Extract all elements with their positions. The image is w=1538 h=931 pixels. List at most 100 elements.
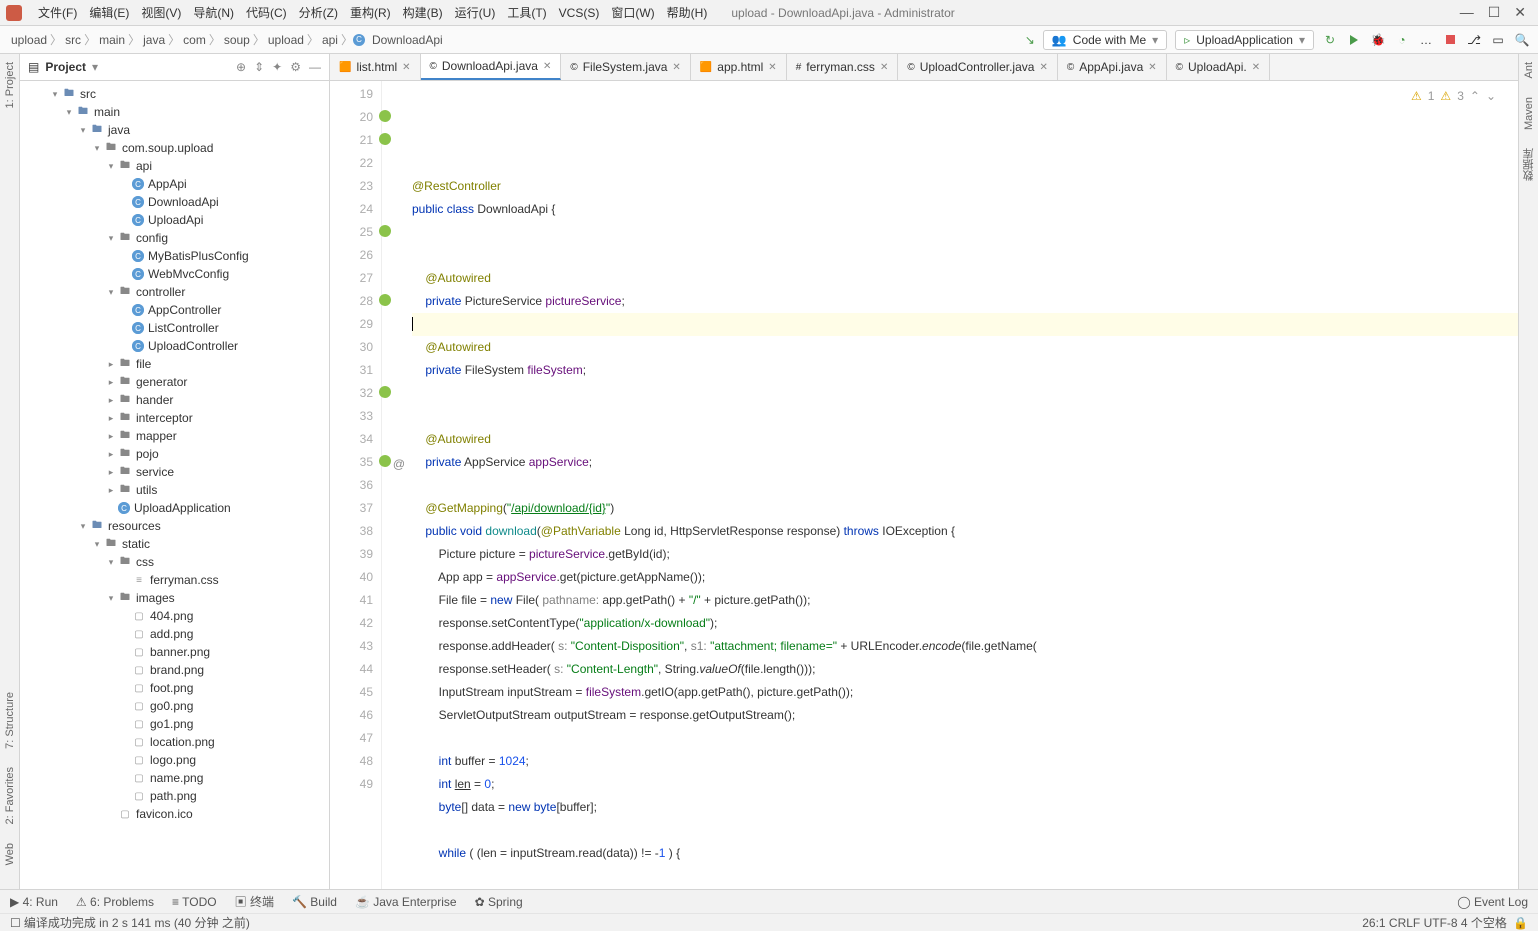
tree-node[interactable]: ≡ferryman.css (20, 571, 329, 589)
breadcrumb-item[interactable]: DownloadApi (369, 33, 446, 47)
tree-node[interactable]: ▾🖿src (20, 85, 329, 103)
tool-spring[interactable]: ✿ Spring (475, 895, 523, 909)
hide-icon[interactable]: — (309, 60, 321, 74)
tool-java-ee[interactable]: ☕ Java Enterprise (355, 895, 457, 909)
tool-build[interactable]: 🔨 Build (292, 895, 337, 909)
menu-构建(B)[interactable]: 构建(B) (397, 6, 449, 20)
editor-tab[interactable]: ©FileSystem.java✕ (561, 54, 690, 80)
tree-node[interactable]: CListController (20, 319, 329, 337)
settings-icon[interactable]: ⚙ (290, 60, 301, 74)
tree-node[interactable]: CDownloadApi (20, 193, 329, 211)
tree-node[interactable]: CWebMvcConfig (20, 265, 329, 283)
tree-node[interactable]: ▾🖿config (20, 229, 329, 247)
menu-文件(F)[interactable]: 文件(F) (32, 6, 83, 20)
tree-node[interactable]: ▢add.png (20, 625, 329, 643)
tree-node[interactable]: ▢name.png (20, 769, 329, 787)
tree-node[interactable]: ▸🖿service (20, 463, 329, 481)
hammer-icon[interactable]: ↘ (1025, 33, 1035, 47)
tool-terminal[interactable]: ▣ 终端 (235, 893, 274, 910)
tool-todo[interactable]: ≡ TODO (172, 895, 217, 909)
rerun-icon[interactable]: ↻ (1322, 32, 1338, 48)
profile-icon[interactable]: … (1418, 32, 1434, 48)
tree-node[interactable]: CUploadApplication (20, 499, 329, 517)
tree-node[interactable]: ▾🖿static (20, 535, 329, 553)
tree-node[interactable]: ▾🖿css (20, 553, 329, 571)
select-opened-icon[interactable]: ⊕ (236, 60, 246, 74)
breadcrumb-item[interactable]: api (319, 33, 341, 47)
close-icon[interactable]: ✕ (1514, 4, 1526, 21)
editor-tab[interactable]: 🟧app.html✕ (691, 54, 787, 80)
tree-node[interactable]: ▾🖿resources (20, 517, 329, 535)
tree-node[interactable]: CAppApi (20, 175, 329, 193)
breadcrumb-item[interactable]: upload (8, 33, 50, 47)
menu-编辑(E)[interactable]: 编辑(E) (83, 6, 135, 20)
rail-web[interactable]: Web (4, 843, 16, 865)
event-log[interactable]: ◯ Event Log (1457, 895, 1528, 909)
menu-重构(R)[interactable]: 重构(R) (344, 6, 397, 20)
lock-icon[interactable]: 🔒 (1513, 916, 1528, 930)
expand-icon[interactable]: ⇕ (254, 60, 264, 74)
maximize-icon[interactable]: ☐ (1488, 4, 1501, 21)
tree-node[interactable]: ▢banner.png (20, 643, 329, 661)
collapse-icon[interactable]: ✦ (272, 60, 282, 74)
tree-node[interactable]: ▢favicon.ico (20, 805, 329, 823)
tree-node[interactable]: ▸🖿file (20, 355, 329, 373)
menu-帮助(H)[interactable]: 帮助(H) (661, 6, 714, 20)
tree-node[interactable]: ▢brand.png (20, 661, 329, 679)
rail-favorites[interactable]: 2: Favorites (4, 767, 16, 824)
breadcrumb-item[interactable]: src (62, 33, 84, 47)
tree-node[interactable]: ▢404.png (20, 607, 329, 625)
debug-icon[interactable]: 🐞 (1370, 32, 1386, 48)
tree-node[interactable]: ▸🖿hander (20, 391, 329, 409)
tree-node[interactable]: ▢go1.png (20, 715, 329, 733)
breadcrumb-item[interactable]: soup (221, 33, 253, 47)
menu-工具(T)[interactable]: 工具(T) (501, 6, 552, 20)
tree-node[interactable]: ▸🖿pojo (20, 445, 329, 463)
inspection-widget[interactable]: ⚠1 ⚠3 ⌃⌄ (1411, 85, 1496, 108)
editor-tab[interactable]: 🟧list.html✕ (330, 54, 421, 80)
editor-tab[interactable]: ©UploadController.java✕ (898, 54, 1058, 80)
breadcrumb-item[interactable]: com (180, 33, 209, 47)
menu-导航(N)[interactable]: 导航(N) (187, 6, 240, 20)
tree-node[interactable]: ▾🖿main (20, 103, 329, 121)
tree-node[interactable]: ▸🖿interceptor (20, 409, 329, 427)
editor-tab[interactable]: #ferryman.css✕ (787, 54, 899, 80)
stop-icon[interactable] (1442, 32, 1458, 48)
tree-node[interactable]: ▢foot.png (20, 679, 329, 697)
minimize-icon[interactable]: — (1460, 4, 1474, 21)
status-right[interactable]: 26:1 CRLF UTF-8 4 个空格 (1362, 914, 1507, 931)
search-icon[interactable]: 🔍 (1514, 32, 1530, 48)
menu-分析(Z)[interactable]: 分析(Z) (293, 6, 344, 20)
line-gutter[interactable]: 1920212223242526272829303132333435@36373… (330, 81, 382, 889)
tree-node[interactable]: ▾🖿java (20, 121, 329, 139)
breadcrumb-item[interactable]: upload (265, 33, 307, 47)
tree-node[interactable]: ▸🖿mapper (20, 427, 329, 445)
tree-node[interactable]: CAppController (20, 301, 329, 319)
tree-node[interactable]: ▢logo.png (20, 751, 329, 769)
coverage-icon[interactable]: ◔ (1394, 32, 1410, 48)
code-editor[interactable]: ⚠1 ⚠3 ⌃⌄ @RestControllerpublic class Dow… (382, 81, 1518, 889)
breadcrumb-item[interactable]: java (140, 33, 168, 47)
tree-node[interactable]: ▢path.png (20, 787, 329, 805)
tree-node[interactable]: CUploadController (20, 337, 329, 355)
project-tree[interactable]: ▾🖿src▾🖿main▾🖿java▾🖿com.soup.upload▾🖿apiC… (20, 81, 329, 889)
run-config-selector[interactable]: ▹UploadApplication▾ (1175, 30, 1314, 50)
tree-node[interactable]: ▸🖿utils (20, 481, 329, 499)
tree-node[interactable]: CUploadApi (20, 211, 329, 229)
menu-VCS(S)[interactable]: VCS(S) (553, 6, 606, 20)
editor-tab[interactable]: ©AppApi.java✕ (1058, 54, 1167, 80)
tree-node[interactable]: ▢location.png (20, 733, 329, 751)
vcs-icon[interactable]: ⎇ (1466, 32, 1482, 48)
rail-database[interactable]: 数据库 (1521, 148, 1537, 181)
rail-structure[interactable]: 7: Structure (4, 692, 16, 749)
editor-tab[interactable]: ©UploadApi.✕ (1167, 54, 1270, 80)
run-icon[interactable] (1346, 32, 1362, 48)
tool-problems[interactable]: ⚠ 6: Problems (76, 895, 154, 909)
breadcrumb-item[interactable]: main (96, 33, 128, 47)
menu-窗口(W)[interactable]: 窗口(W) (605, 6, 660, 20)
menu-运行(U)[interactable]: 运行(U) (449, 6, 502, 20)
tool-run[interactable]: ▶ 4: Run (10, 895, 58, 909)
tree-node[interactable]: ▸🖿generator (20, 373, 329, 391)
rail-ant[interactable]: Ant (1523, 62, 1535, 79)
rail-project[interactable]: 1: Project (4, 62, 16, 108)
